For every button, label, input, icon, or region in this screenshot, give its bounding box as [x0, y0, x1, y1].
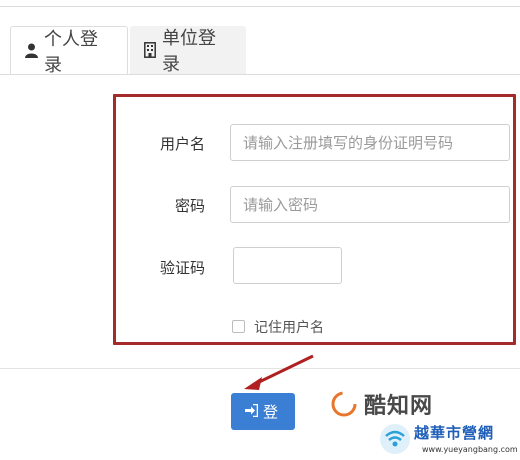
watermark-wifi-icon	[380, 424, 410, 454]
annotation-arrow	[244, 354, 314, 390]
watermark-primary-text: 酷知网	[364, 394, 434, 419]
watermark-url: www.yueyangbang.com	[422, 445, 518, 454]
watermark-primary: 酷知网	[330, 388, 433, 420]
watermark-secondary: 越華市營網 www.yueyangbang.com	[378, 420, 520, 460]
watermark-logo-icon	[331, 391, 357, 417]
watermark-secondary-text: 越華市營網	[414, 424, 495, 442]
